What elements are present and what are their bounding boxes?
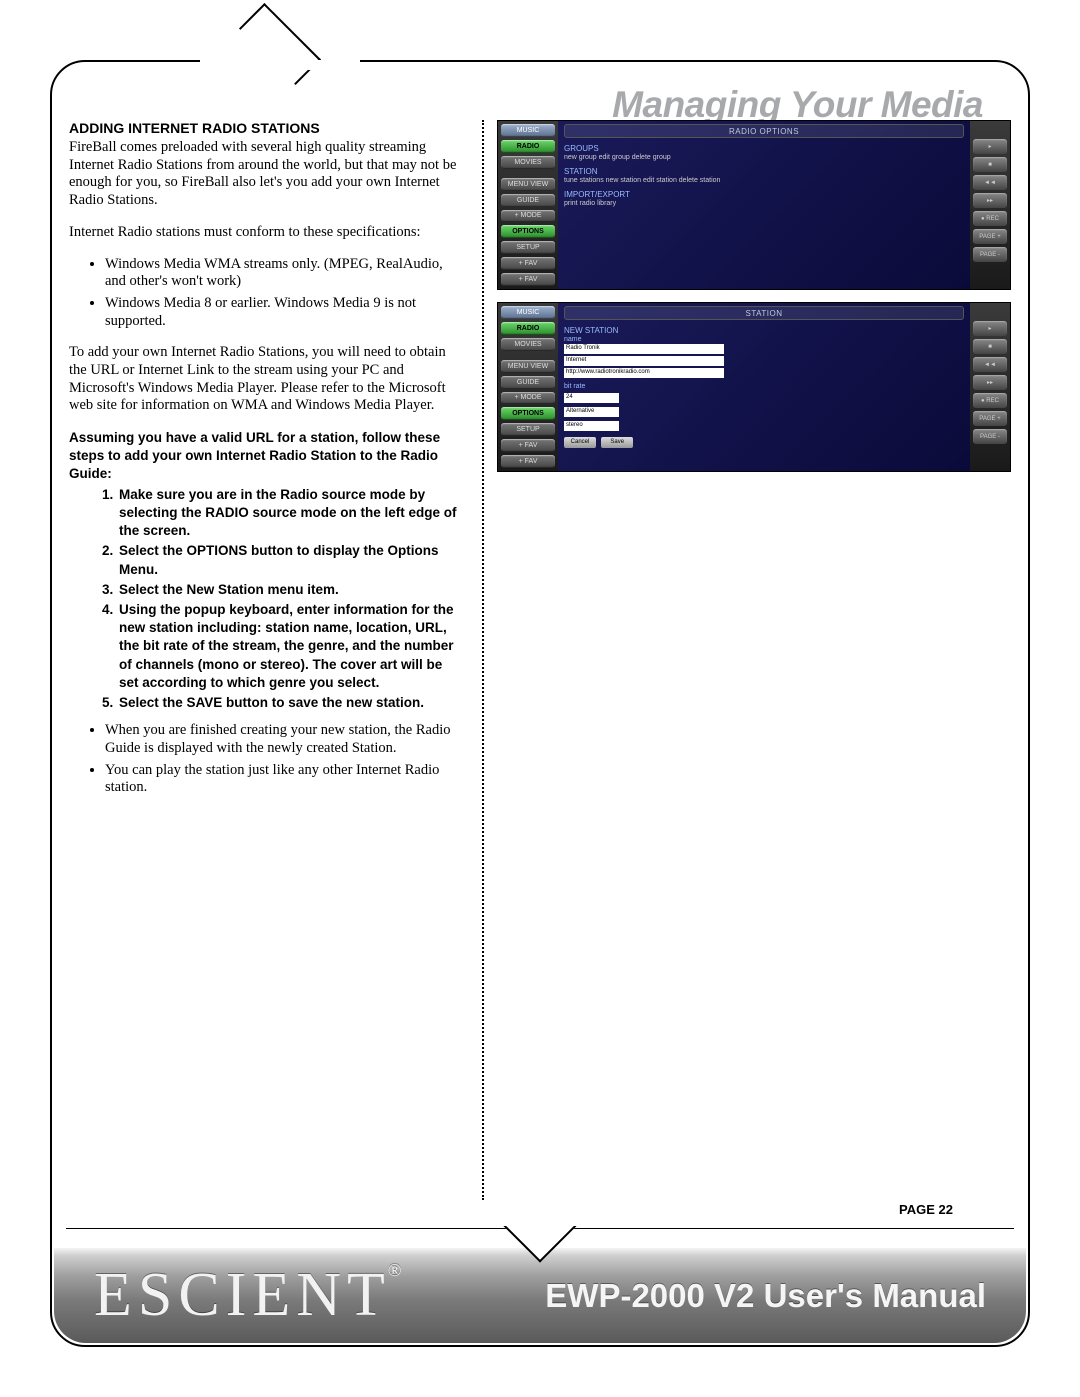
pagedown-button[interactable]: PAGE - bbox=[973, 247, 1007, 262]
instruction-intro: Assuming you have a valid URL for a stat… bbox=[69, 429, 462, 484]
group-items: print radio library bbox=[564, 200, 964, 207]
radio-button[interactable]: RADIO bbox=[501, 322, 555, 335]
group-title: GROUPS bbox=[564, 144, 964, 153]
name-field[interactable]: Radio Tronik bbox=[564, 344, 724, 354]
rew-button[interactable]: ◄◄ bbox=[973, 175, 1007, 190]
movies-button[interactable]: MOVIES bbox=[501, 338, 555, 351]
bitrate-select[interactable]: 24 bbox=[564, 393, 619, 403]
pagedown-button[interactable]: PAGE - bbox=[973, 429, 1007, 444]
ff-button[interactable]: ▸▸ bbox=[973, 193, 1007, 208]
rec-button[interactable]: ● REC bbox=[973, 211, 1007, 226]
screenshot-title: RADIO OPTIONS bbox=[564, 124, 964, 138]
field-label: name bbox=[564, 336, 964, 343]
screenshot-column: MUSIC RADIO MOVIES MENU VIEW GUIDE + MOD… bbox=[492, 120, 1016, 1200]
step-item: Select the OPTIONS button to display the… bbox=[117, 542, 462, 578]
step-item: Make sure you are in the Radio source mo… bbox=[117, 486, 462, 541]
options-button[interactable]: OPTIONS bbox=[501, 225, 555, 238]
ff-button[interactable]: ▸▸ bbox=[973, 375, 1007, 390]
screenshot-new-station: MUSIC RADIO MOVIES MENU VIEW GUIDE + MOD… bbox=[497, 302, 1011, 472]
list-item: When you are finished creating your new … bbox=[105, 722, 462, 757]
list-item: You can play the station just like any o… bbox=[105, 762, 462, 797]
mode-button[interactable]: + MODE bbox=[501, 392, 555, 405]
group-items: tune stations new station edit station d… bbox=[564, 177, 964, 184]
stop-button[interactable]: ■ bbox=[973, 339, 1007, 354]
fav-button[interactable]: + FAV bbox=[501, 455, 555, 468]
music-button[interactable]: MUSIC bbox=[501, 124, 555, 137]
paragraph: FireBall comes preloaded with several hi… bbox=[69, 139, 462, 210]
menuview-button[interactable]: MENU VIEW bbox=[501, 360, 555, 373]
screenshot-main: STATION NEW STATION name Radio Tronik In… bbox=[558, 303, 970, 471]
guide-button[interactable]: GUIDE bbox=[501, 194, 555, 207]
step-item: Select the New Station menu item. bbox=[117, 581, 462, 599]
screenshot-radio-options: MUSIC RADIO MOVIES MENU VIEW GUIDE + MOD… bbox=[497, 120, 1011, 290]
screenshot-title: STATION bbox=[564, 306, 964, 320]
brand-text: ESCIENT bbox=[94, 1261, 391, 1329]
fav-button[interactable]: + FAV bbox=[501, 439, 555, 452]
manual-title: EWP-2000 V2 User's Manual bbox=[545, 1277, 986, 1315]
heading: ADDING INTERNET RADIO STATIONS bbox=[69, 120, 462, 137]
pageup-button[interactable]: PAGE + bbox=[973, 411, 1007, 426]
setup-button[interactable]: SETUP bbox=[501, 423, 555, 436]
group-items: new group edit group delete group bbox=[564, 154, 964, 161]
text-column: ADDING INTERNET RADIO STATIONS FireBall … bbox=[64, 120, 474, 1200]
stop-button[interactable]: ■ bbox=[973, 157, 1007, 172]
page-frame: Managing Your Media ADDING INTERNET RADI… bbox=[50, 60, 1030, 1347]
rew-button[interactable]: ◄◄ bbox=[973, 357, 1007, 372]
channels-select[interactable]: stereo bbox=[564, 421, 619, 431]
screenshot-right-nav: ▸ ■ ◄◄ ▸▸ ● REC PAGE + PAGE - bbox=[970, 303, 1010, 471]
screenshot-right-nav: ▸ ■ ◄◄ ▸▸ ● REC PAGE + PAGE - bbox=[970, 121, 1010, 289]
spec-list: Windows Media WMA streams only. (MPEG, R… bbox=[105, 256, 462, 331]
screenshot-main: RADIO OPTIONS GROUPS new group edit grou… bbox=[558, 121, 970, 289]
pageup-button[interactable]: PAGE + bbox=[973, 229, 1007, 244]
group-title: STATION bbox=[564, 167, 964, 176]
options-button[interactable]: OPTIONS bbox=[501, 407, 555, 420]
screenshot-left-nav: MUSIC RADIO MOVIES MENU VIEW GUIDE + MOD… bbox=[498, 121, 558, 289]
play-button[interactable]: ▸ bbox=[973, 321, 1007, 336]
notes-list: When you are finished creating your new … bbox=[105, 722, 462, 797]
movies-button[interactable]: MOVIES bbox=[501, 156, 555, 169]
content-area: ADDING INTERNET RADIO STATIONS FireBall … bbox=[64, 120, 1016, 1200]
music-button[interactable]: MUSIC bbox=[501, 306, 555, 319]
step-item: Select the SAVE button to save the new s… bbox=[117, 694, 462, 712]
url-field[interactable]: http://www.radiotronikradio.com bbox=[564, 368, 724, 378]
paragraph: To add your own Internet Radio Stations,… bbox=[69, 344, 462, 415]
list-item: Windows Media WMA streams only. (MPEG, R… bbox=[105, 256, 462, 291]
step-item: Using the popup keyboard, enter informat… bbox=[117, 601, 462, 692]
rec-button[interactable]: ● REC bbox=[973, 393, 1007, 408]
mode-button[interactable]: + MODE bbox=[501, 210, 555, 223]
screenshot-left-nav: MUSIC RADIO MOVIES MENU VIEW GUIDE + MOD… bbox=[498, 303, 558, 471]
guide-button[interactable]: GUIDE bbox=[501, 376, 555, 389]
registered-icon: ® bbox=[388, 1260, 408, 1280]
location-field[interactable]: Internet bbox=[564, 356, 724, 366]
paragraph: Internet Radio stations must conform to … bbox=[69, 224, 462, 242]
play-button[interactable]: ▸ bbox=[973, 139, 1007, 154]
fav-button[interactable]: + FAV bbox=[501, 257, 555, 270]
radio-button[interactable]: RADIO bbox=[501, 140, 555, 153]
steps-list: Make sure you are in the Radio source mo… bbox=[117, 486, 462, 713]
save-button[interactable]: Save bbox=[601, 437, 633, 448]
list-item: Windows Media 8 or earlier. Windows Medi… bbox=[105, 295, 462, 330]
field-label: bit rate bbox=[564, 383, 964, 390]
setup-button[interactable]: SETUP bbox=[501, 241, 555, 254]
fav-button[interactable]: + FAV bbox=[501, 273, 555, 286]
menuview-button[interactable]: MENU VIEW bbox=[501, 178, 555, 191]
cancel-button[interactable]: Cancel bbox=[564, 437, 596, 448]
group-title: IMPORT/EXPORT bbox=[564, 190, 964, 199]
brand-logo: ESCIENT® bbox=[94, 1260, 545, 1331]
column-divider bbox=[482, 120, 484, 1200]
page-number: PAGE 22 bbox=[899, 1202, 953, 1217]
form-heading: NEW STATION bbox=[564, 326, 964, 335]
genre-select[interactable]: Alternative bbox=[564, 407, 619, 417]
